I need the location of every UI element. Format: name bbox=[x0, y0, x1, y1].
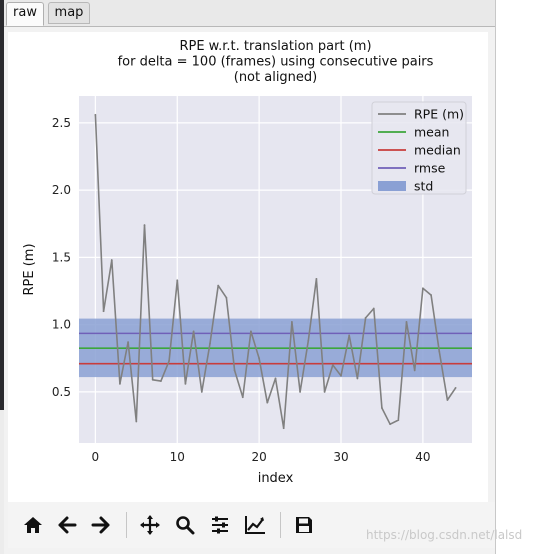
rpe-data-point bbox=[143, 224, 146, 227]
y-axis-label: RPE (m) bbox=[22, 243, 37, 295]
x-tick-label: 40 bbox=[415, 450, 430, 464]
x-axis-label: index bbox=[258, 471, 294, 486]
zoom-button[interactable] bbox=[172, 512, 198, 538]
configure-subplots-button[interactable] bbox=[207, 512, 233, 538]
rpe-data-point bbox=[389, 423, 392, 426]
edit-axis-button[interactable] bbox=[242, 512, 268, 538]
back-icon bbox=[58, 516, 77, 534]
rpe-data-point bbox=[176, 279, 179, 282]
chart-title-line: RPE w.r.t. translation part (m) bbox=[179, 39, 371, 54]
legend-label: mean bbox=[414, 125, 449, 140]
rpe-data-point bbox=[102, 310, 105, 313]
rpe-data-point bbox=[94, 113, 97, 116]
rpe-data-point bbox=[413, 369, 416, 372]
toolbar-separator bbox=[126, 512, 127, 538]
rpe-data-point bbox=[290, 321, 293, 323]
legend-label: std bbox=[414, 179, 433, 194]
rpe-data-point bbox=[446, 399, 449, 401]
y-tick-label: 1.5 bbox=[52, 250, 71, 264]
rpe-data-point bbox=[348, 334, 351, 337]
home-icon bbox=[24, 517, 42, 533]
rpe-data-point bbox=[364, 317, 367, 319]
pan-icon bbox=[140, 515, 160, 535]
rpe-data-point bbox=[209, 342, 211, 345]
configure-subplots-icon bbox=[212, 516, 228, 534]
rpe-data-point bbox=[225, 296, 228, 299]
back-button[interactable] bbox=[54, 512, 80, 538]
y-tick-label: 2.0 bbox=[52, 183, 71, 197]
rpe-data-point bbox=[266, 401, 269, 404]
rpe-data-point bbox=[381, 407, 383, 409]
legend-swatch bbox=[378, 181, 406, 191]
rpe-data-point bbox=[307, 339, 310, 342]
rpe-data-point bbox=[430, 294, 432, 296]
rpe-data-point bbox=[233, 369, 236, 372]
rpe-data-point bbox=[315, 278, 318, 280]
zoom-icon bbox=[176, 516, 195, 535]
legend-label: median bbox=[414, 143, 461, 158]
rpe-data-point bbox=[454, 386, 457, 389]
plot-window: raw map RPE w.r.t. translation part (m) f… bbox=[4, 0, 496, 554]
rpe-data-point bbox=[372, 307, 375, 310]
rpe-data-point bbox=[323, 390, 326, 393]
rpe-data-point bbox=[258, 357, 261, 360]
rpe-data-point bbox=[200, 390, 203, 393]
x-tick-label: 10 bbox=[170, 450, 185, 464]
figure-canvas: RPE w.r.t. translation part (m) for delta… bbox=[8, 32, 488, 502]
rpe-data-point bbox=[274, 377, 277, 380]
rpe-data-point bbox=[438, 350, 441, 353]
chart-title-line: for delta = 100 (frames) using consecuti… bbox=[118, 55, 434, 70]
toolbar-separator bbox=[280, 512, 281, 538]
chart-title-line: (not aligned) bbox=[234, 70, 318, 85]
rpe-data-point bbox=[184, 382, 187, 385]
rpe-data-point bbox=[356, 377, 359, 380]
rpe-data-point bbox=[151, 378, 154, 381]
rpe-data-point bbox=[241, 396, 244, 399]
x-tick-label: 30 bbox=[333, 450, 348, 464]
rpe-data-point bbox=[135, 420, 138, 423]
rpe-data-point bbox=[250, 330, 252, 333]
legend-label: rmse bbox=[414, 161, 446, 176]
x-tick-labels: 0 10 20 30 40 bbox=[92, 450, 431, 464]
y-tick-labels: 0.5 1.0 1.5 2.0 2.5 bbox=[52, 116, 71, 399]
rpe-data-point bbox=[110, 259, 113, 261]
home-button[interactable] bbox=[20, 512, 46, 538]
legend-label: RPE (m) bbox=[414, 107, 464, 122]
tab-map[interactable]: map bbox=[48, 2, 90, 24]
forward-button[interactable] bbox=[88, 512, 114, 538]
y-tick-label: 0.5 bbox=[52, 385, 71, 399]
rpe-data-point bbox=[282, 427, 285, 430]
x-tick-label: 20 bbox=[251, 450, 266, 464]
y-tick-label: 1.0 bbox=[52, 318, 71, 332]
rpe-chart: RPE w.r.t. translation part (m)for delta… bbox=[22, 39, 472, 486]
rpe-data-point bbox=[119, 382, 121, 385]
x-tick-label: 0 bbox=[92, 450, 100, 464]
pan-button[interactable] bbox=[137, 512, 163, 538]
rpe-data-point bbox=[217, 284, 220, 287]
forward-icon bbox=[91, 516, 110, 534]
save-icon bbox=[296, 517, 312, 533]
rpe-data-point bbox=[405, 321, 408, 323]
save-button[interactable] bbox=[291, 512, 317, 538]
rpe-data-point bbox=[192, 330, 195, 333]
rpe-data-point bbox=[331, 364, 334, 366]
y-tick-label: 2.5 bbox=[52, 116, 71, 130]
edit-axis-icon bbox=[245, 516, 265, 534]
watermark: https://blog.csdn.net/lalsd bbox=[366, 528, 523, 542]
rpe-data-point bbox=[168, 360, 170, 362]
rpe-data-point bbox=[127, 341, 130, 344]
tab-raw[interactable]: raw bbox=[6, 2, 44, 26]
legend: RPE (m) mean median rmse std bbox=[371, 101, 467, 195]
rpe-data-point bbox=[299, 390, 301, 393]
rpe-data-point bbox=[340, 374, 342, 377]
tab-bar: raw map bbox=[4, 0, 495, 27]
chart-title: RPE w.r.t. translation part (m)for delta… bbox=[118, 39, 434, 85]
rpe-data-point bbox=[421, 287, 424, 290]
rpe-data-point bbox=[159, 380, 162, 383]
rpe-data-point bbox=[397, 419, 400, 422]
